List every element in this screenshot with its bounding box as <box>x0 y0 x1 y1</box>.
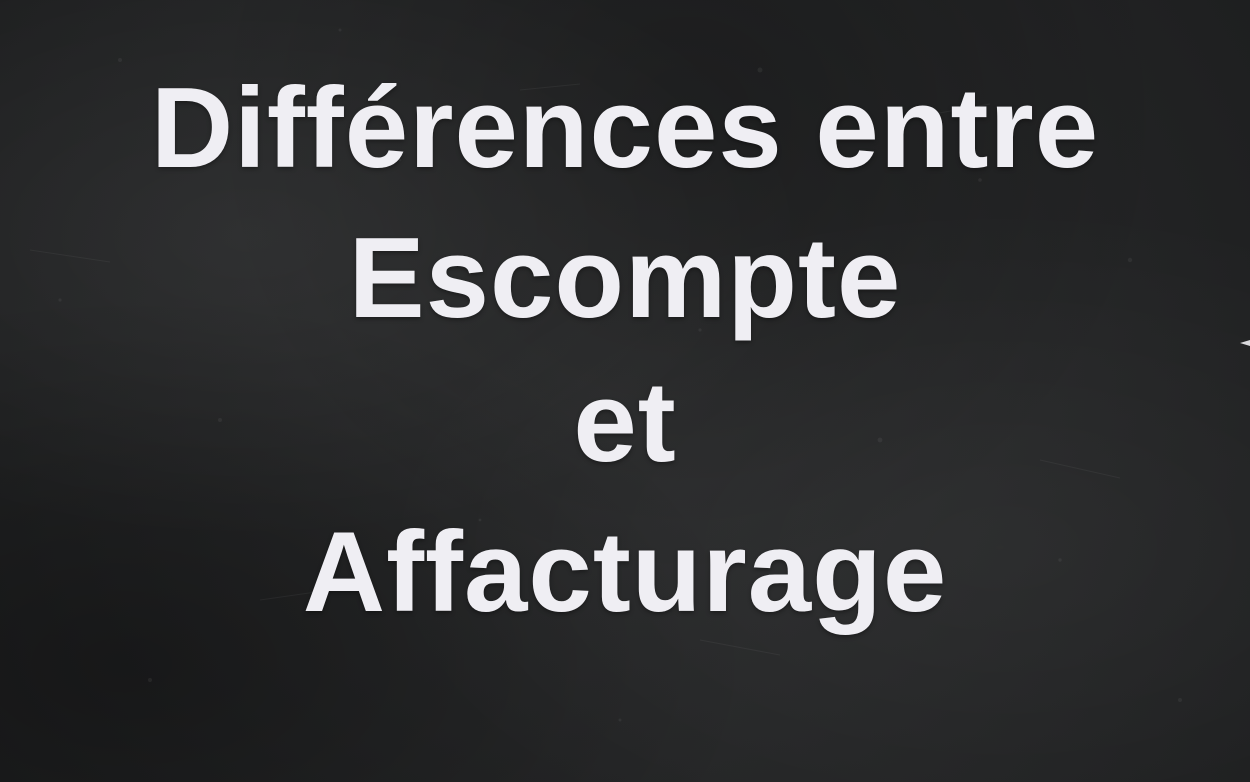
chalk-mark <box>1240 340 1250 346</box>
title-line-2: Escompte <box>348 215 902 342</box>
title-line-3: et <box>573 359 677 486</box>
title-block: Différences entre Escompte et Affacturag… <box>0 0 1250 782</box>
title-line-4: Affacturage <box>302 509 948 636</box>
title-line-1: Différences entre <box>150 65 1100 192</box>
